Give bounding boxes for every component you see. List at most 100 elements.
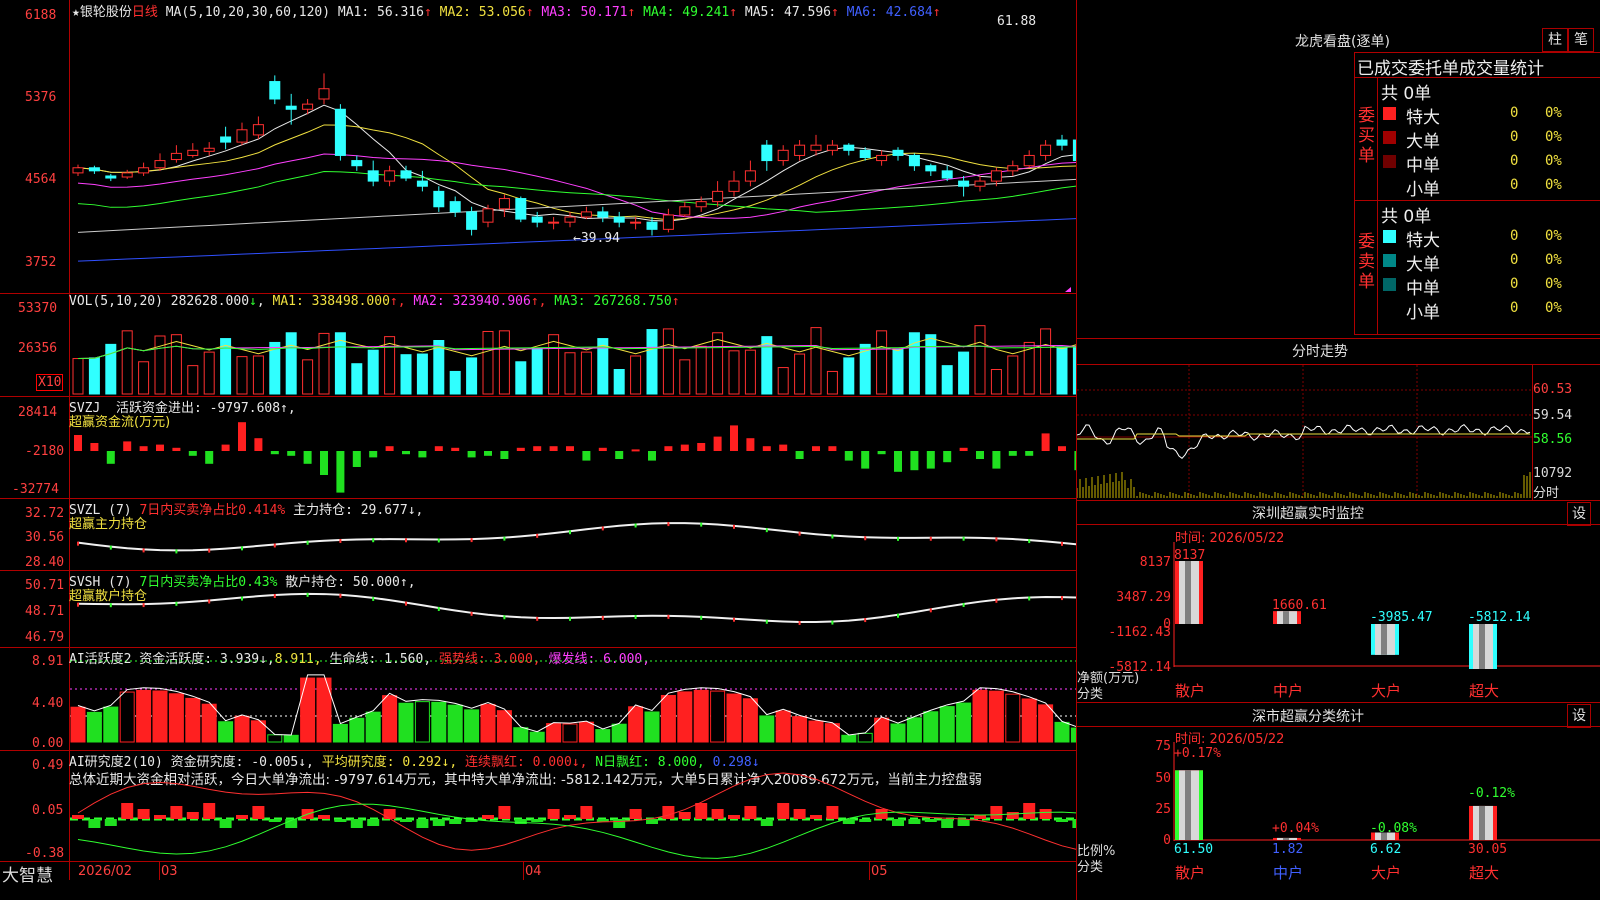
holding-tick — [339, 538, 342, 543]
holding-tick — [405, 601, 407, 606]
fenshi-volume-max: 10792 — [1533, 466, 1573, 481]
flow-bar — [336, 451, 345, 493]
research-bar — [859, 819, 872, 822]
volume-chart[interactable] — [70, 294, 1076, 396]
candle-body — [154, 160, 166, 169]
flow-bar — [549, 446, 558, 451]
activity-bar — [398, 702, 414, 743]
category-bar — [1371, 624, 1399, 655]
candle-body — [613, 216, 625, 223]
activity-bar — [152, 690, 168, 743]
category-label: 超大 — [1469, 864, 1500, 882]
candlestick-chart[interactable] — [70, 0, 1076, 293]
svzl-line-chart[interactable] — [70, 499, 1076, 570]
vol-axis-label: 53370 — [18, 301, 58, 316]
holding-tick — [962, 536, 965, 541]
flow-bar — [582, 451, 591, 461]
candle-body — [761, 144, 773, 162]
holding-tick — [1061, 596, 1063, 601]
holding-tick — [831, 620, 834, 625]
order-percent: 0% — [1545, 177, 1562, 193]
activity-bar — [792, 716, 808, 743]
activity-bar — [628, 706, 644, 743]
activity-bar — [218, 721, 234, 743]
volume-bar — [548, 334, 560, 395]
candle-body — [416, 180, 428, 187]
volume-bar — [843, 357, 855, 395]
activity-bar — [1038, 704, 1054, 743]
bar-mode-button[interactable]: 柱 — [1542, 28, 1568, 52]
research-bar — [400, 819, 412, 822]
high-annotation: 61.88 — [997, 14, 1037, 29]
legend-swatch — [1383, 107, 1396, 120]
category-label: 中户 — [1273, 682, 1304, 700]
research-bar — [186, 812, 199, 819]
candle-body — [252, 124, 264, 136]
holding-tick — [372, 538, 375, 543]
ratio-bar-chart[interactable]: 75 50 25 0 +0.17% 61.50 +0.04% 1.82 -0.08% 6.62 -0… — [1077, 740, 1600, 865]
category-bar — [1273, 837, 1301, 840]
volume-bar — [630, 355, 642, 395]
flow-bar — [746, 438, 755, 451]
candle-body — [400, 170, 412, 179]
activity-bar — [365, 711, 381, 743]
flow-bar — [959, 447, 968, 451]
candle-body — [777, 149, 789, 162]
candle — [88, 165, 100, 174]
flow-bar — [976, 451, 984, 459]
flow-bar — [205, 451, 214, 464]
holding-tick — [503, 536, 506, 541]
activity-bar — [857, 732, 873, 743]
ai-research-chart[interactable] — [70, 751, 1076, 861]
research-bar — [154, 815, 166, 819]
holding-tick — [208, 548, 211, 553]
svsh-axis-label: 46.79 — [25, 630, 65, 645]
candle — [498, 194, 510, 218]
research-bar — [1006, 812, 1019, 819]
svzj-bar-chart[interactable] — [70, 397, 1076, 498]
holding-tick — [175, 601, 178, 606]
activity-bar — [332, 723, 348, 743]
intraday-chart[interactable] — [1077, 365, 1532, 498]
date-label: 03 — [161, 864, 178, 879]
volume-bar — [892, 348, 904, 395]
net-flow-bar-chart[interactable]: 81373487.290-1162.43-5812.1481371660.61-… — [1077, 540, 1600, 680]
bar-number: 6.62 — [1370, 842, 1401, 857]
holding-tick — [405, 538, 407, 543]
y-tick-label: 50 — [1155, 771, 1171, 786]
bar-value-label: +0.04% — [1272, 821, 1319, 836]
monitor-settings-button[interactable]: 设 — [1567, 502, 1591, 526]
volume-bar — [72, 358, 84, 395]
monitor-xlabel: 分类 — [1077, 687, 1104, 702]
price-axis-label: 4564 — [25, 172, 57, 187]
holding-tick — [208, 599, 211, 604]
ai2-axis-label: 0.49 — [32, 758, 64, 773]
category-label: 中户 — [1273, 864, 1304, 882]
activity-bar — [185, 697, 201, 743]
research-bar — [203, 803, 216, 819]
candle — [843, 143, 855, 156]
activity-bar — [513, 727, 529, 743]
activity-bar — [300, 677, 316, 743]
holding-tick — [241, 596, 243, 601]
candle-body — [580, 211, 592, 218]
volume-bar — [990, 369, 1002, 395]
ai-activity-chart[interactable] — [70, 648, 1076, 750]
candle-body — [564, 216, 576, 223]
volume-bar — [88, 357, 100, 395]
order-percent: 0% — [1545, 276, 1562, 292]
flow-bar — [90, 443, 99, 451]
activity-bar — [611, 723, 627, 743]
holding-tick — [273, 594, 276, 599]
svsh-line-chart[interactable] — [70, 571, 1076, 647]
sell-side-label: 委卖单 — [1358, 232, 1375, 292]
volume-bar — [662, 328, 674, 395]
legend-swatch — [1383, 131, 1396, 144]
main-chart-area[interactable]: ★银轮股份日线 MA(5,10,20,30,60,120) MA1: 56.31… — [0, 0, 1077, 900]
research-bar — [760, 819, 773, 826]
svzl-axis-label: 28.40 — [25, 555, 65, 570]
price-axis-label: 5376 — [25, 90, 57, 105]
research-bar — [777, 803, 790, 819]
classify-settings-button[interactable]: 设 — [1567, 704, 1591, 728]
tick-mode-button[interactable]: 笔 — [1568, 28, 1594, 52]
